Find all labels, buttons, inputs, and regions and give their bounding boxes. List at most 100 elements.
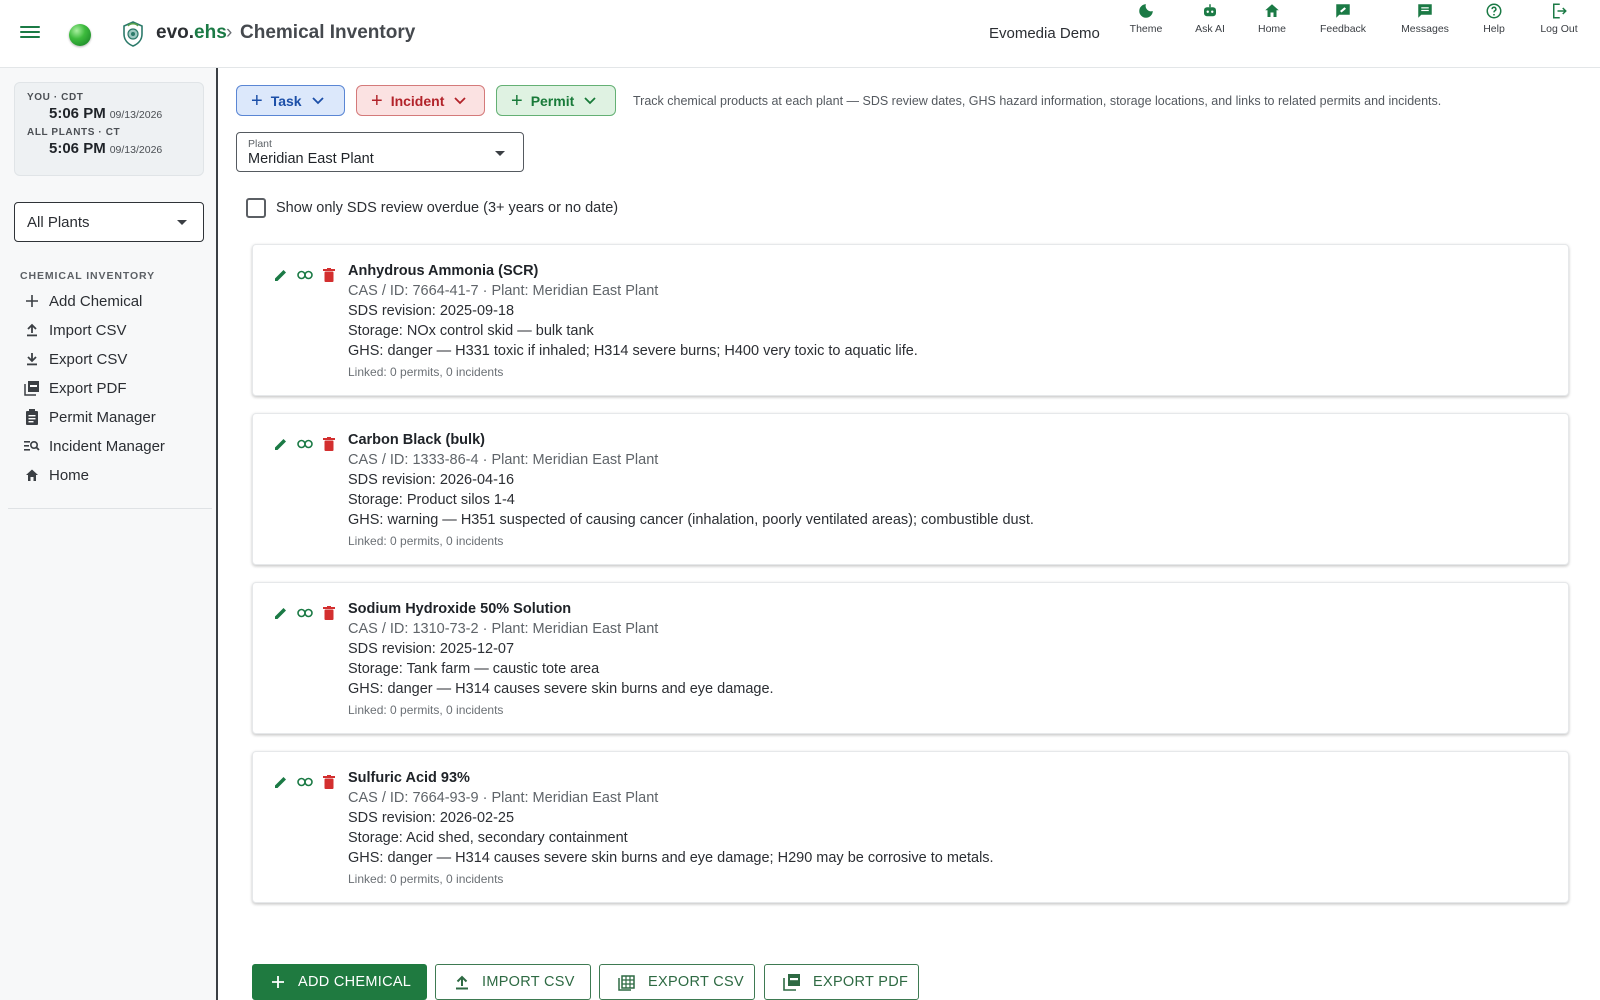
edit-icon[interactable] xyxy=(273,436,289,452)
brand-suffix: ehs xyxy=(194,22,227,43)
plant-filter-value: All Plants xyxy=(27,214,90,231)
spreadsheet-icon xyxy=(618,975,635,991)
plus-icon xyxy=(24,293,40,309)
help-icon xyxy=(1486,3,1502,19)
message-icon xyxy=(1418,4,1432,18)
clock-panel: YOU · CDT 5:06 PM 09/13/2026 ALL PLANTS ·… xyxy=(14,82,204,176)
theme-button[interactable]: Theme xyxy=(1128,0,1164,35)
sidebar-item-label: Permit Manager xyxy=(49,408,156,426)
chemical-ghs: GHS: danger — H314 causes severe skin bu… xyxy=(348,681,774,697)
sidebar-item-export-pdf[interactable]: Export PDF xyxy=(24,376,127,400)
chevron-down-icon xyxy=(177,220,187,225)
chemical-ghs: GHS: danger — H331 toxic if inhaled; H31… xyxy=(348,343,918,359)
chevron-down-icon xyxy=(311,96,324,104)
messages-button[interactable]: Messages xyxy=(1398,0,1452,35)
ask-ai-button[interactable]: Ask AI xyxy=(1192,0,1228,35)
incident-dropdown-button[interactable]: + Incident xyxy=(356,85,485,116)
upload-icon xyxy=(24,322,40,338)
delete-icon[interactable] xyxy=(321,774,337,790)
delete-icon[interactable] xyxy=(321,436,337,452)
chemical-storage: Storage: Acid shed, secondary containmen… xyxy=(348,830,628,846)
link-icon[interactable] xyxy=(297,267,313,283)
upload-icon xyxy=(456,975,468,990)
evo-logo-icon xyxy=(123,21,143,47)
feedback-icon xyxy=(1336,4,1350,18)
edit-icon[interactable] xyxy=(273,605,289,621)
you-time: 5:06 PM xyxy=(49,105,106,122)
delete-icon[interactable] xyxy=(321,267,337,283)
home-label: Home xyxy=(1257,23,1286,35)
chemical-cas: CAS / ID: 1333-86-4 · Plant: Meridian Ea… xyxy=(348,452,659,468)
incident-label: Incident xyxy=(390,92,445,109)
you-date: 09/13/2026 xyxy=(109,109,163,121)
help-button[interactable]: Help xyxy=(1480,0,1508,35)
logout-icon xyxy=(1553,3,1567,19)
user-name: Evomedia Demo xyxy=(989,25,1100,42)
chemical-cas: CAS / ID: 7664-93-9 · Plant: Meridian Ea… xyxy=(348,790,659,806)
plus-icon: + xyxy=(371,89,383,112)
plants-time: 5:06 PM xyxy=(49,140,106,157)
edit-icon[interactable] xyxy=(273,267,289,283)
permit-dropdown-button[interactable]: + Permit xyxy=(496,85,616,116)
menu-icon[interactable] xyxy=(20,24,42,42)
link-icon[interactable] xyxy=(297,605,313,621)
status-orb-icon[interactable] xyxy=(69,24,91,46)
export-pdf-button[interactable]: EXPORT PDF xyxy=(764,964,919,1000)
robot-icon xyxy=(1204,4,1216,17)
plant-select[interactable]: Plant Meridian East Plant xyxy=(236,132,524,172)
sidebar-item-export-csv[interactable]: Export CSV xyxy=(24,347,127,371)
link-icon[interactable] xyxy=(297,436,313,452)
messages-label: Messages xyxy=(1401,23,1449,35)
plant-filter-select[interactable]: All Plants xyxy=(14,202,204,242)
sidebar-item-label: Export CSV xyxy=(49,350,128,368)
sidebar-item-import-csv[interactable]: Import CSV xyxy=(24,318,127,342)
sds-overdue-label[interactable]: Show only SDS review overdue (3+ years o… xyxy=(276,200,618,216)
sidebar-item-permit-manager[interactable]: Permit Manager xyxy=(24,405,156,429)
import-csv-button[interactable]: IMPORT CSV xyxy=(435,964,591,1000)
sidebar-item-add-chemical[interactable]: Add Chemical xyxy=(24,289,142,313)
chemical-name: Carbon Black (bulk) xyxy=(348,432,485,448)
pdf-icon xyxy=(783,974,800,991)
plant-select-value: Meridian East Plant xyxy=(248,151,374,167)
chemical-sds: SDS revision: 2025-12-07 xyxy=(348,641,515,657)
moon-icon xyxy=(1139,4,1153,18)
task-dropdown-button[interactable]: + Task xyxy=(236,85,345,116)
edit-icon[interactable] xyxy=(273,774,289,790)
sidebar-item-label: Home xyxy=(49,466,90,484)
chemical-linked: Linked: 0 permits, 0 incidents xyxy=(348,365,504,379)
chevron-down-icon xyxy=(495,151,505,156)
chemical-storage: Storage: Tank farm — caustic tote area xyxy=(348,661,600,677)
chemical-sds: SDS revision: 2026-02-25 xyxy=(348,810,515,826)
chemical-sds: SDS revision: 2026-04-16 xyxy=(348,472,515,488)
home-button[interactable]: Home xyxy=(1257,0,1287,35)
add-chemical-button[interactable]: ADD CHEMICAL xyxy=(252,964,427,1000)
ask-ai-label: Ask AI xyxy=(1195,23,1225,35)
search-list-icon xyxy=(24,438,40,454)
top-bar: evo.ehs › Chemical Inventory Evomedia De… xyxy=(0,0,1600,68)
download-icon xyxy=(24,351,40,367)
log-out-button[interactable]: Log Out xyxy=(1538,0,1580,35)
export-pdf-label: EXPORT PDF xyxy=(813,974,909,990)
chemical-storage: Storage: NOx control skid — bulk tank xyxy=(348,323,594,339)
delete-icon[interactable] xyxy=(321,605,337,621)
sidebar-item-incident-manager[interactable]: Incident Manager xyxy=(24,434,165,458)
feedback-button[interactable]: Feedback xyxy=(1318,0,1368,35)
chemical-card: Carbon Black (bulk) CAS / ID: 1333-86-4 … xyxy=(252,413,1569,565)
help-label: Help xyxy=(1483,23,1505,35)
link-icon[interactable] xyxy=(297,774,313,790)
chemical-storage: Storage: Product silos 1-4 xyxy=(348,492,515,508)
chemical-ghs: GHS: warning — H351 suspected of causing… xyxy=(348,512,1034,528)
log-out-label: Log Out xyxy=(1540,23,1578,35)
export-csv-label: EXPORT CSV xyxy=(648,974,744,990)
brand-name[interactable]: evo.ehs xyxy=(156,22,227,44)
task-label: Task xyxy=(270,92,302,109)
pdf-icon xyxy=(24,380,40,396)
export-csv-button[interactable]: EXPORT CSV xyxy=(599,964,755,1000)
feedback-label: Feedback xyxy=(1319,23,1367,35)
sidebar-item-label: Import CSV xyxy=(49,321,127,339)
chemical-name: Sulfuric Acid 93% xyxy=(348,770,470,786)
sds-overdue-checkbox[interactable] xyxy=(246,198,266,218)
chemical-card: Sodium Hydroxide 50% Solution CAS / ID: … xyxy=(252,582,1569,734)
sidebar-item-home[interactable]: Home xyxy=(24,463,89,487)
sidebar-divider xyxy=(8,508,212,509)
